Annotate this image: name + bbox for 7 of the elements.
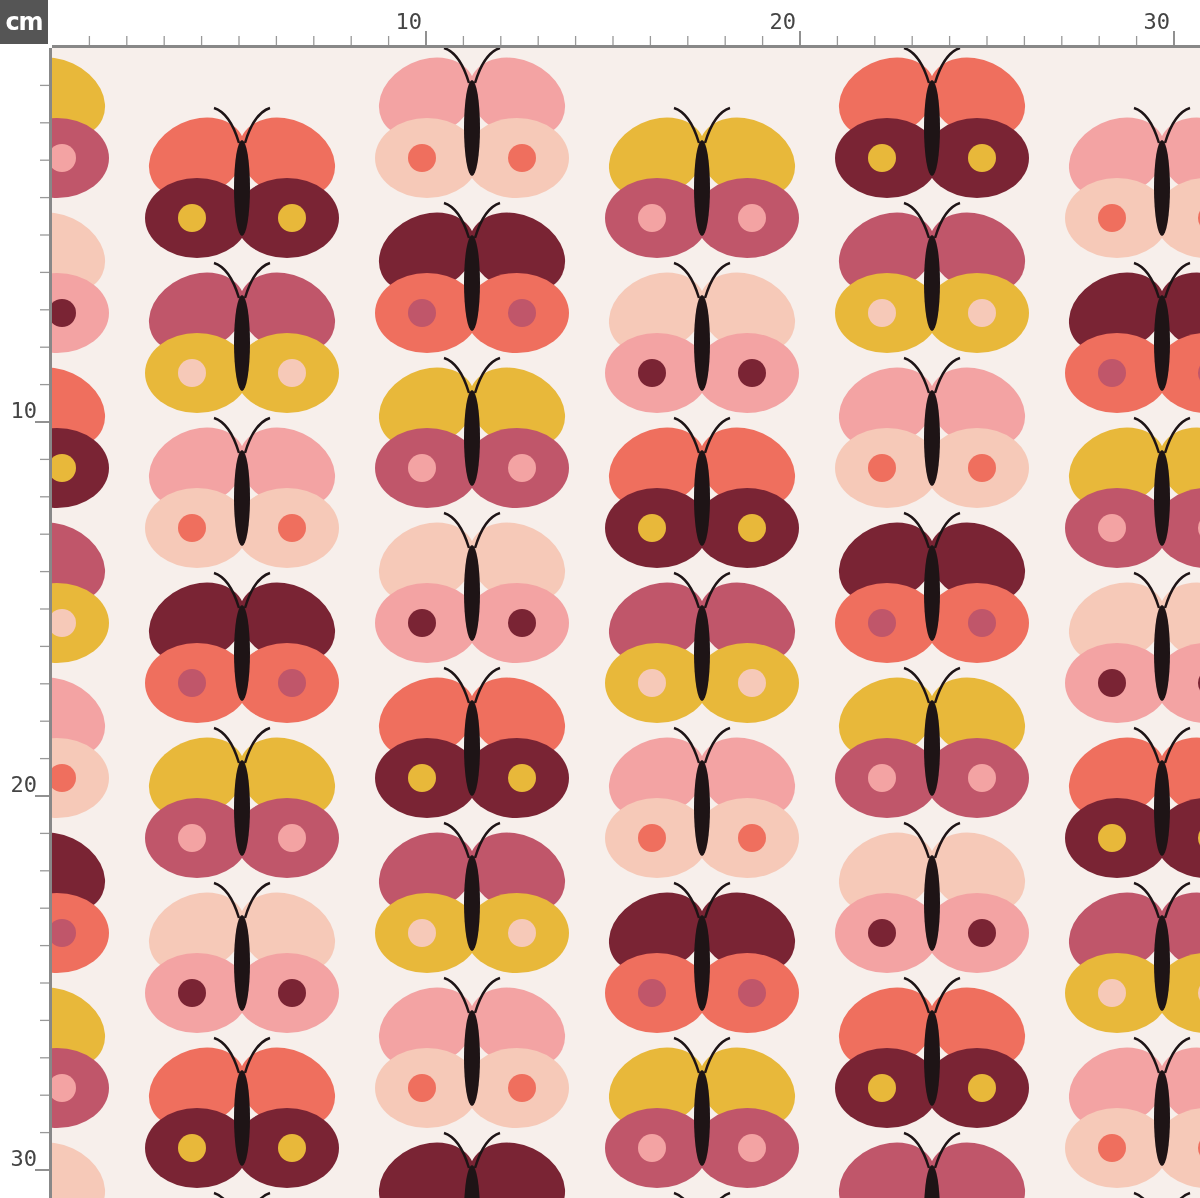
unit-label: cm bbox=[0, 0, 48, 44]
ruler-label: 20 bbox=[10, 772, 37, 797]
ruler-label: 10 bbox=[10, 398, 37, 423]
ruler-label: 10 bbox=[395, 9, 422, 34]
ruler-label: 30 bbox=[10, 1146, 37, 1171]
ruler-label: 30 bbox=[1143, 9, 1170, 34]
ruler-label: 20 bbox=[769, 9, 796, 34]
